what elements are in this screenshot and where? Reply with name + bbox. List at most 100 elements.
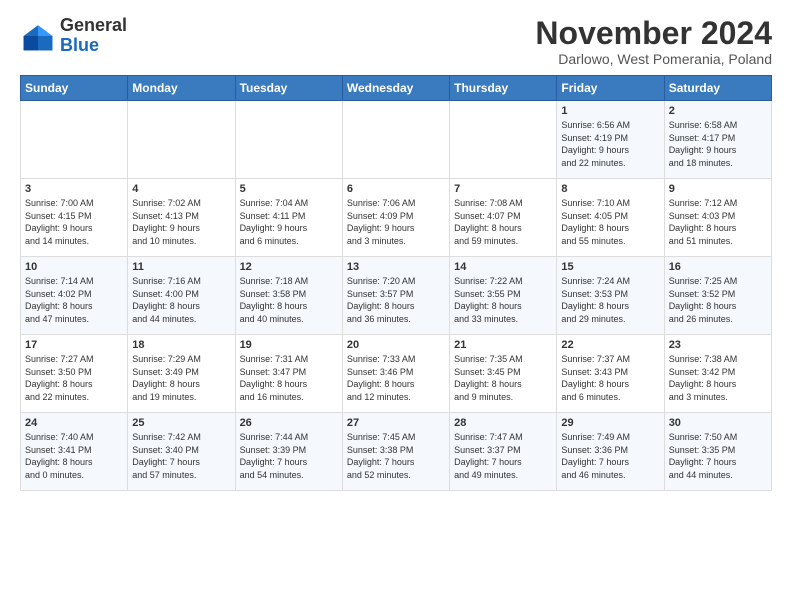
day-cell-w0d4 — [450, 101, 557, 179]
day-cell-w1d2: 5 Sunrise: 7:04 AM Sunset: 4:11 PM Daylig… — [235, 179, 342, 257]
day-number: 29 — [561, 417, 659, 429]
day-number: 13 — [347, 261, 445, 273]
day-info: Sunrise: 7:40 AM Sunset: 3:41 PM Dayligh… — [25, 431, 123, 481]
day-number: 30 — [669, 417, 767, 429]
month-title: November 2024 — [535, 16, 772, 51]
day-number: 21 — [454, 339, 552, 351]
day-info: Sunrise: 7:20 AM Sunset: 3:57 PM Dayligh… — [347, 275, 445, 325]
day-number: 24 — [25, 417, 123, 429]
day-cell-w1d5: 8 Sunrise: 7:10 AM Sunset: 4:05 PM Daylig… — [557, 179, 664, 257]
day-info: Sunrise: 7:38 AM Sunset: 3:42 PM Dayligh… — [669, 353, 767, 403]
day-cell-w4d1: 25 Sunrise: 7:42 AM Sunset: 3:40 PM Dayli… — [128, 413, 235, 491]
calendar-table: Sunday Monday Tuesday Wednesday Thursday… — [20, 75, 772, 491]
header-thursday: Thursday — [450, 76, 557, 101]
day-number: 2 — [669, 105, 767, 117]
day-number: 18 — [132, 339, 230, 351]
day-info: Sunrise: 7:29 AM Sunset: 3:49 PM Dayligh… — [132, 353, 230, 403]
header-sunday: Sunday — [21, 76, 128, 101]
day-info: Sunrise: 7:33 AM Sunset: 3:46 PM Dayligh… — [347, 353, 445, 403]
day-cell-w3d4: 21 Sunrise: 7:35 AM Sunset: 3:45 PM Dayli… — [450, 335, 557, 413]
day-info: Sunrise: 7:47 AM Sunset: 3:37 PM Dayligh… — [454, 431, 552, 481]
day-cell-w0d0 — [21, 101, 128, 179]
day-info: Sunrise: 7:22 AM Sunset: 3:55 PM Dayligh… — [454, 275, 552, 325]
day-info: Sunrise: 7:12 AM Sunset: 4:03 PM Dayligh… — [669, 197, 767, 247]
header: General Blue November 2024 Darlowo, West… — [20, 16, 772, 67]
day-number: 5 — [240, 183, 338, 195]
day-info: Sunrise: 7:42 AM Sunset: 3:40 PM Dayligh… — [132, 431, 230, 481]
day-cell-w1d6: 9 Sunrise: 7:12 AM Sunset: 4:03 PM Daylig… — [664, 179, 771, 257]
day-cell-w2d0: 10 Sunrise: 7:14 AM Sunset: 4:02 PM Dayli… — [21, 257, 128, 335]
day-cell-w1d0: 3 Sunrise: 7:00 AM Sunset: 4:15 PM Daylig… — [21, 179, 128, 257]
day-number: 6 — [347, 183, 445, 195]
day-info: Sunrise: 7:16 AM Sunset: 4:00 PM Dayligh… — [132, 275, 230, 325]
logo: General Blue — [20, 16, 127, 56]
day-cell-w2d6: 16 Sunrise: 7:25 AM Sunset: 3:52 PM Dayli… — [664, 257, 771, 335]
day-cell-w3d1: 18 Sunrise: 7:29 AM Sunset: 3:49 PM Dayli… — [128, 335, 235, 413]
day-number: 4 — [132, 183, 230, 195]
day-cell-w4d5: 29 Sunrise: 7:49 AM Sunset: 3:36 PM Dayli… — [557, 413, 664, 491]
day-cell-w0d1 — [128, 101, 235, 179]
day-info: Sunrise: 7:27 AM Sunset: 3:50 PM Dayligh… — [25, 353, 123, 403]
day-info: Sunrise: 7:18 AM Sunset: 3:58 PM Dayligh… — [240, 275, 338, 325]
day-number: 27 — [347, 417, 445, 429]
week-row-4: 24 Sunrise: 7:40 AM Sunset: 3:41 PM Dayli… — [21, 413, 772, 491]
day-cell-w0d3 — [342, 101, 449, 179]
day-number: 9 — [669, 183, 767, 195]
day-info: Sunrise: 7:44 AM Sunset: 3:39 PM Dayligh… — [240, 431, 338, 481]
day-info: Sunrise: 7:45 AM Sunset: 3:38 PM Dayligh… — [347, 431, 445, 481]
header-row: Sunday Monday Tuesday Wednesday Thursday… — [21, 76, 772, 101]
week-row-0: 1 Sunrise: 6:56 AM Sunset: 4:19 PM Daylig… — [21, 101, 772, 179]
day-info: Sunrise: 7:50 AM Sunset: 3:35 PM Dayligh… — [669, 431, 767, 481]
header-friday: Friday — [557, 76, 664, 101]
day-number: 11 — [132, 261, 230, 273]
day-cell-w4d4: 28 Sunrise: 7:47 AM Sunset: 3:37 PM Dayli… — [450, 413, 557, 491]
day-cell-w3d3: 20Sunrise: 7:33 AM Sunset: 3:46 PM Dayli… — [342, 335, 449, 413]
day-info: Sunrise: 7:37 AM Sunset: 3:43 PM Dayligh… — [561, 353, 659, 403]
day-number: 15 — [561, 261, 659, 273]
day-number: 25 — [132, 417, 230, 429]
day-info: Sunrise: 6:56 AM Sunset: 4:19 PM Dayligh… — [561, 119, 659, 169]
week-row-1: 3 Sunrise: 7:00 AM Sunset: 4:15 PM Daylig… — [21, 179, 772, 257]
header-tuesday: Tuesday — [235, 76, 342, 101]
header-monday: Monday — [128, 76, 235, 101]
day-cell-w2d1: 11 Sunrise: 7:16 AM Sunset: 4:00 PM Dayli… — [128, 257, 235, 335]
day-cell-w2d5: 15 Sunrise: 7:24 AM Sunset: 3:53 PM Dayli… — [557, 257, 664, 335]
day-number: 1 — [561, 105, 659, 117]
day-cell-w3d0: 17 Sunrise: 7:27 AM Sunset: 3:50 PM Dayli… — [21, 335, 128, 413]
day-number: 28 — [454, 417, 552, 429]
day-info: Sunrise: 7:49 AM Sunset: 3:36 PM Dayligh… — [561, 431, 659, 481]
day-info: Sunrise: 7:10 AM Sunset: 4:05 PM Dayligh… — [561, 197, 659, 247]
logo-blue: Blue — [60, 35, 99, 55]
day-cell-w0d2 — [235, 101, 342, 179]
day-number: 16 — [669, 261, 767, 273]
day-number: 10 — [25, 261, 123, 273]
day-number: 8 — [561, 183, 659, 195]
day-number: 3 — [25, 183, 123, 195]
day-number: 7 — [454, 183, 552, 195]
day-number: 12 — [240, 261, 338, 273]
day-cell-w3d2: 19Sunrise: 7:31 AM Sunset: 3:47 PM Dayli… — [235, 335, 342, 413]
day-number: 14 — [454, 261, 552, 273]
day-info: Sunrise: 7:14 AM Sunset: 4:02 PM Dayligh… — [25, 275, 123, 325]
day-info: Sunrise: 7:04 AM Sunset: 4:11 PM Dayligh… — [240, 197, 338, 247]
day-info: Sunrise: 7:00 AM Sunset: 4:15 PM Dayligh… — [25, 197, 123, 247]
day-info: Sunrise: 7:24 AM Sunset: 3:53 PM Dayligh… — [561, 275, 659, 325]
day-number: 22 — [561, 339, 659, 351]
day-cell-w1d4: 7 Sunrise: 7:08 AM Sunset: 4:07 PM Daylig… — [450, 179, 557, 257]
day-info: Sunrise: 7:06 AM Sunset: 4:09 PM Dayligh… — [347, 197, 445, 247]
day-cell-w1d3: 6 Sunrise: 7:06 AM Sunset: 4:09 PM Daylig… — [342, 179, 449, 257]
day-info: Sunrise: 7:25 AM Sunset: 3:52 PM Dayligh… — [669, 275, 767, 325]
day-info: Sunrise: 7:31 AM Sunset: 3:47 PM Dayligh… — [240, 353, 338, 403]
day-cell-w4d6: 30 Sunrise: 7:50 AM Sunset: 3:35 PM Dayli… — [664, 413, 771, 491]
day-cell-w4d3: 27 Sunrise: 7:45 AM Sunset: 3:38 PM Dayli… — [342, 413, 449, 491]
day-number: 23 — [669, 339, 767, 351]
day-info: Sunrise: 7:02 AM Sunset: 4:13 PM Dayligh… — [132, 197, 230, 247]
day-cell-w0d6: 2 Sunrise: 6:58 AM Sunset: 4:17 PM Daylig… — [664, 101, 771, 179]
day-info: Sunrise: 7:35 AM Sunset: 3:45 PM Dayligh… — [454, 353, 552, 403]
title-block: November 2024 Darlowo, West Pomerania, P… — [535, 16, 772, 67]
day-info: Sunrise: 7:08 AM Sunset: 4:07 PM Dayligh… — [454, 197, 552, 247]
header-wednesday: Wednesday — [342, 76, 449, 101]
day-number: 17 — [25, 339, 123, 351]
day-info: Sunrise: 6:58 AM Sunset: 4:17 PM Dayligh… — [669, 119, 767, 169]
day-cell-w3d6: 23 Sunrise: 7:38 AM Sunset: 3:42 PM Dayli… — [664, 335, 771, 413]
